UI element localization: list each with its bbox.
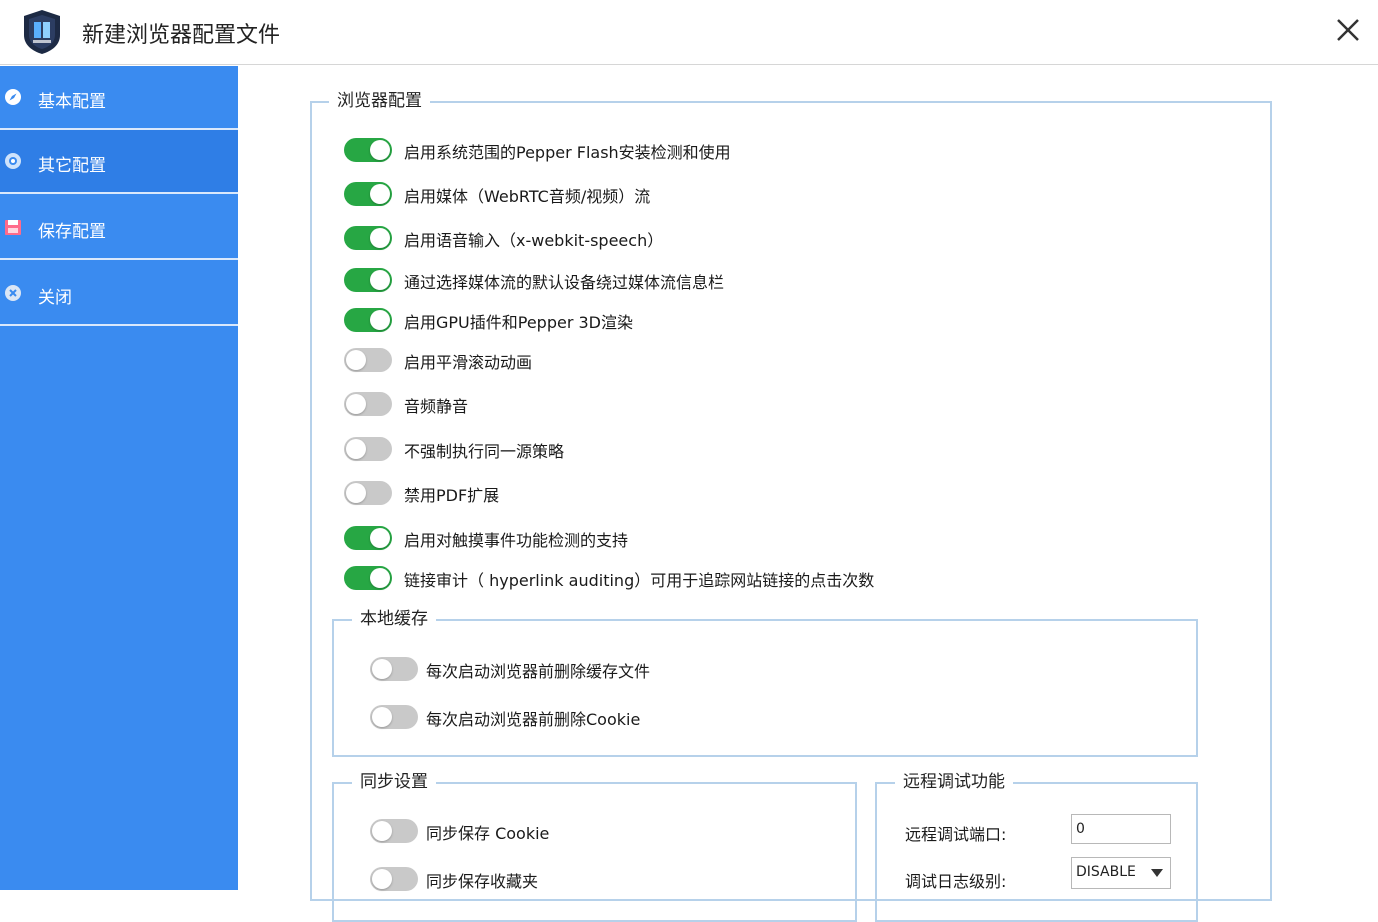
- app-logo-icon: [24, 10, 60, 54]
- toggle-switch[interactable]: [344, 566, 392, 590]
- save-icon: [5, 220, 21, 235]
- toggle-switch[interactable]: [344, 348, 392, 372]
- toggle-switch[interactable]: [344, 138, 392, 162]
- option-label: 同步保存 Cookie: [426, 824, 550, 843]
- main-content: 浏览器配置 启用系统范围的Pepper Flash安装检测和使用 启用媒体（We…: [238, 66, 1378, 922]
- debug-port-label: 远程调试端口:: [905, 825, 1007, 844]
- toggle-switch[interactable]: [344, 182, 392, 206]
- sidebar: 基本配置 其它配置 保存配置 关闭: [0, 66, 238, 890]
- option-label: 每次启动浏览器前删除缓存文件: [426, 662, 651, 681]
- toggle-switch[interactable]: [370, 657, 418, 681]
- sync-settings-group: 同步设置 同步保存 Cookie 同步保存收藏夹: [332, 771, 857, 922]
- option-label: 通过选择媒体流的默认设备绕过媒体流信息栏: [404, 273, 725, 292]
- option-label: 启用语音输入（x-webkit-speech）: [404, 231, 664, 250]
- option-label: 不强制执行同一源策略: [404, 442, 565, 461]
- option-label: 启用系统范围的Pepper Flash安装检测和使用: [404, 143, 731, 162]
- group-title: 本地缓存: [352, 608, 436, 630]
- close-circle-icon: [5, 285, 21, 301]
- toggle-switch[interactable]: [344, 526, 392, 550]
- log-level-select[interactable]: DISABLE: [1071, 857, 1171, 889]
- group-title: 同步设置: [352, 771, 436, 793]
- option-label: 启用媒体（WebRTC音频/视频）流: [404, 187, 651, 206]
- sidebar-item-save-config[interactable]: 保存配置: [0, 196, 238, 260]
- log-level-value: DISABLE: [1076, 864, 1136, 880]
- close-icon[interactable]: [1328, 12, 1368, 52]
- group-title: 远程调试功能: [895, 771, 1013, 793]
- browser-icon: [5, 153, 21, 169]
- option-label: 启用GPU插件和Pepper 3D渲染: [404, 313, 634, 332]
- sidebar-item-close[interactable]: 关闭: [0, 262, 238, 326]
- compass-icon: [5, 89, 21, 105]
- toggle-switch[interactable]: [344, 268, 392, 292]
- log-level-label: 调试日志级别:: [905, 872, 1007, 891]
- toggle-switch[interactable]: [370, 705, 418, 729]
- sidebar-item-label: 其它配置: [38, 156, 106, 176]
- browser-config-group: 浏览器配置 启用系统范围的Pepper Flash安装检测和使用 启用媒体（We…: [310, 90, 1272, 922]
- toggle-switch[interactable]: [370, 819, 418, 843]
- window-title: 新建浏览器配置文件: [82, 23, 281, 48]
- toggle-switch[interactable]: [344, 437, 392, 461]
- remote-debug-group: 远程调试功能 远程调试端口: 调试日志级别: DISABLE: [875, 771, 1198, 922]
- sidebar-item-basic-config[interactable]: 基本配置: [0, 66, 238, 130]
- option-label: 链接审计（ hyperlink auditing）可用于追踪网站链接的点击次数: [404, 571, 875, 590]
- option-label: 启用平滑滚动动画: [404, 353, 533, 372]
- toggle-switch[interactable]: [344, 226, 392, 250]
- sidebar-item-label: 关闭: [38, 288, 72, 308]
- toggle-switch[interactable]: [344, 392, 392, 416]
- option-label: 启用对触摸事件功能检测的支持: [404, 531, 629, 550]
- local-cache-group: 本地缓存 每次启动浏览器前删除缓存文件 每次启动浏览器前删除Cookie: [332, 608, 1198, 757]
- sidebar-item-other-config[interactable]: 其它配置: [0, 130, 238, 194]
- group-title: 浏览器配置: [329, 90, 430, 112]
- toggle-switch[interactable]: [344, 481, 392, 505]
- option-label: 禁用PDF扩展: [404, 486, 500, 505]
- toggle-switch[interactable]: [344, 308, 392, 332]
- option-label: 音频静音: [404, 397, 469, 416]
- title-bar: 新建浏览器配置文件: [0, 0, 1378, 65]
- option-label: 同步保存收藏夹: [426, 872, 539, 891]
- sidebar-item-label: 基本配置: [38, 92, 106, 112]
- toggle-switch[interactable]: [370, 867, 418, 891]
- option-label: 每次启动浏览器前删除Cookie: [426, 710, 641, 729]
- debug-port-input[interactable]: [1071, 814, 1171, 844]
- chevron-down-icon: [1151, 869, 1163, 877]
- sidebar-item-label: 保存配置: [38, 222, 106, 242]
